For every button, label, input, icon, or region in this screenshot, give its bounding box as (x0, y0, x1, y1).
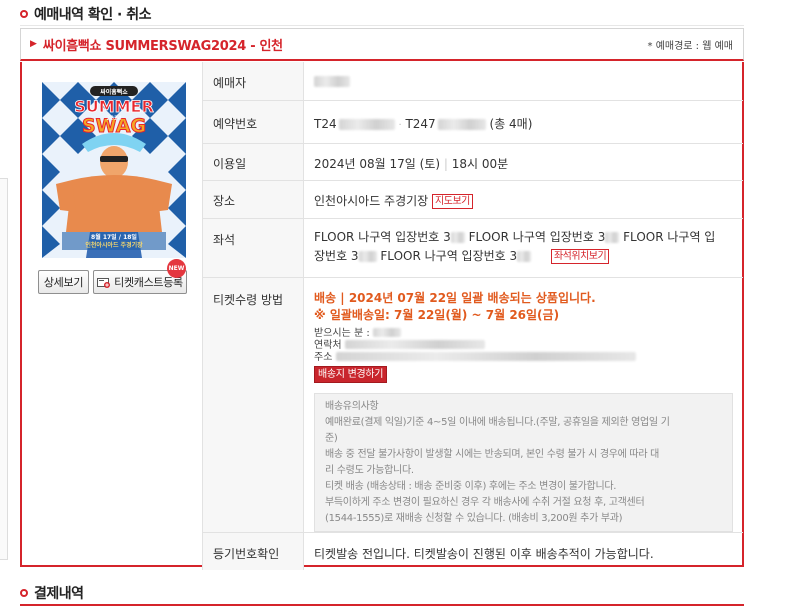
use-date: 2024년 08월 17일 (토) (314, 156, 441, 171)
seat-3-cont: 장번호 3 (314, 248, 359, 263)
date-label: 이용일 (202, 143, 304, 181)
delivery-info: 배송 | 2024년 07월 22일 일괄 배송되는 상품입니다. (314, 290, 596, 305)
seat-2-redacted (605, 231, 620, 243)
address-label: 주소 (314, 351, 333, 363)
seat-4-redacted (517, 250, 532, 262)
payment-divider (20, 604, 744, 606)
payment-section-title: 결제내역 (20, 583, 84, 603)
bullet-icon (20, 589, 28, 597)
contact-label: 연락처 (314, 339, 342, 351)
row-seat: 좌석 FLOOR 나구역 입장번호 3 FLOOR 나구역 입장번호 3 FLO… (202, 218, 743, 278)
reservation-separator: · (398, 119, 402, 131)
recipient-redacted (372, 328, 401, 337)
section-title: 예매내역 확인 · 취소 (20, 4, 151, 24)
use-time: 18시 00분 (451, 156, 509, 171)
place-label: 장소 (202, 180, 304, 219)
booker-value (303, 62, 743, 101)
poster-title-line1: SUMMER (74, 97, 154, 116)
seat-3-redacted (358, 250, 377, 262)
reservation-1-redacted (338, 118, 395, 130)
ticket-method-label: 티켓수령 방법 (202, 277, 304, 533)
new-badge: NEW (167, 259, 186, 278)
poster-year: 2024 (106, 115, 121, 122)
venue-name: 인천아시아드 주경기장 (314, 193, 429, 208)
notice-line: 준) (325, 432, 338, 444)
row-place: 장소 인천아시아드 주경기장 지도보기 (202, 180, 743, 219)
seat-2: FLOOR 나구역 입장번호 3 (468, 229, 606, 244)
notice-line: 리 수령도 가능합니다. (325, 464, 414, 476)
seat-3: FLOOR 나구역 입 (623, 229, 716, 244)
change-address-button[interactable]: 배송지 변경하기 (314, 365, 388, 383)
contact-row: 연락처 (314, 340, 733, 352)
reservation-label: 예약번호 (202, 100, 304, 144)
notice-line: 티켓 배송 (배송상태 : 배송 준비중 이후) 후에는 주소 변경이 불가합니… (325, 480, 617, 492)
seat-1-redacted (450, 231, 465, 243)
poster-image: 싸이흠뻑쇼 SUMMER SWAG 2024 8월 17일 / 18일 인천아시… (42, 82, 186, 258)
reservation-prefix-1: T24 (314, 116, 337, 131)
row-reservation-number: 예약번호 T24 · T247 (총 4매) (202, 100, 743, 144)
seat-location-button[interactable]: 좌석위치보기 (550, 248, 610, 264)
row-booker: 예매자 (202, 62, 743, 101)
left-panel-edge (0, 178, 8, 560)
arrow-right-icon: ▶ (30, 39, 37, 49)
booker-name-redacted (314, 76, 350, 87)
booking-route: * 예매경로 : 웹 예매 (647, 40, 733, 52)
change-address-wrap: 배송지 변경하기 (314, 365, 733, 383)
event-name: 싸이흠뻑쇼 SUMMERSWAG2024 - 인천 (42, 38, 283, 54)
event-header: ▶ 싸이흠뻑쇼 SUMMERSWAG2024 - 인천 * 예매경로 : 웹 예… (20, 28, 744, 61)
poster-brand: 싸이흠뻑쇼 (100, 88, 128, 96)
row-ticket-method: 티켓수령 방법 배송 | 2024년 07월 22일 일괄 배송되는 상품입니다… (202, 277, 743, 533)
reservation-value: T24 · T247 (총 4매) (303, 100, 743, 144)
notice-title: 배송유의사항 (325, 400, 379, 412)
recipient-row: 받으시는 분 : (314, 328, 733, 340)
reservation-count: (총 4매) (489, 116, 533, 131)
tracking-label: 등기번호확인 (202, 532, 304, 570)
reservation-2-redacted (437, 118, 486, 130)
row-date: 이용일 2024년 08월 17일 (토) | 18시 00분 (202, 143, 743, 181)
notice-line: 배송 중 전달 불가사항이 발생할 시에는 반송되며, 본인 수령 불가 시 경… (325, 448, 660, 460)
recipient-label: 받으시는 분 : (314, 327, 370, 339)
tracking-value: 티켓발송 전입니다. 티켓발송이 진행된 이후 배송추적이 가능합니다. (314, 546, 654, 561)
reservation-info-table: 예매자 예약번호 T24 · T247 (총 4매) 이용일 2024년 08월… (202, 62, 743, 570)
divider (20, 25, 744, 26)
address-redacted (335, 352, 636, 361)
bullet-icon (20, 10, 28, 18)
date-value: 2024년 08월 17일 (토) | 18시 00분 (303, 143, 743, 181)
poster-date: 8월 17일 / 18일 (91, 233, 137, 241)
notice-line: 부득이하게 주소 변경이 필요하신 경우 각 배송사에 수취 거절 요청 후, … (325, 496, 645, 508)
seat-label: 좌석 (202, 218, 304, 278)
date-separator: | (443, 156, 448, 171)
event-poster[interactable]: 싸이흠뻑쇼 SUMMER SWAG 2024 8월 17일 / 18일 인천아시… (42, 82, 186, 258)
seat-1: FLOOR 나구역 입장번호 3 (314, 229, 451, 244)
ticket-register-icon (97, 276, 111, 288)
notice-line: (1544-1555)로 재배송 신청할 수 있습니다. (배송비 3,200원… (325, 512, 623, 524)
seat-value: FLOOR 나구역 입장번호 3 FLOOR 나구역 입장번호 3 FLOOR … (303, 218, 743, 278)
row-tracking: 등기번호확인 티켓발송 전입니다. 티켓발송이 진행된 이후 배송추적이 가능합… (202, 532, 744, 570)
poster-venue: 인천아시아드 주경기장 (85, 241, 143, 249)
notice-line: 예매완료(결제 익일)기준 4~5일 이내에 배송됩니다.(주말, 공휴일을 제… (325, 416, 670, 428)
place-value: 인천아시아드 주경기장 지도보기 (303, 180, 743, 219)
address-row: 주소 (314, 352, 733, 364)
ticket-method-value: 배송 | 2024년 07월 22일 일괄 배송되는 상품입니다. ※ 일괄배송… (303, 277, 743, 533)
detail-button[interactable]: 상세보기 (38, 270, 89, 294)
delivery-period: ※ 일괄배송일: 7월 22일(월) ~ 7월 26일(금) (314, 307, 560, 322)
reservation-detail-box: 싸이흠뻑쇼 SUMMER SWAG 2024 8월 17일 / 18일 인천아시… (20, 62, 744, 570)
contact-redacted (344, 340, 485, 349)
payment-title-text: 결제내역 (34, 586, 84, 602)
seat-4: FLOOR 나구역 입장번호 3 (380, 248, 518, 263)
section-title-text: 예매내역 확인 · 취소 (34, 7, 151, 23)
reservation-prefix-2: T247 (405, 116, 436, 131)
map-button[interactable]: 지도보기 (432, 193, 473, 209)
booker-label: 예매자 (202, 62, 304, 101)
delivery-notice: 배송유의사항 예매완료(결제 익일)기준 4~5일 이내에 배송됩니다.(주말,… (314, 392, 733, 532)
